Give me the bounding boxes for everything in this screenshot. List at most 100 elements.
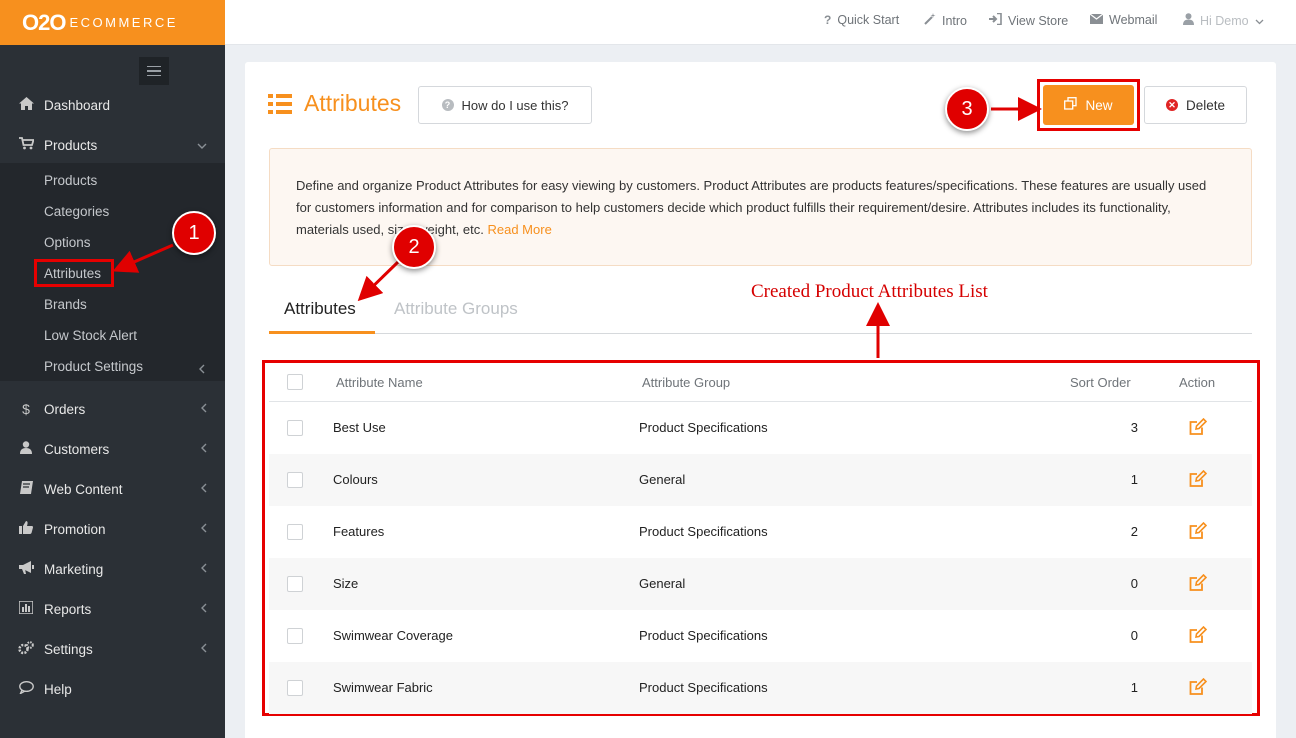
book-icon bbox=[17, 481, 35, 497]
intro-label: Intro bbox=[942, 13, 968, 28]
delete-button[interactable]: ✕ Delete bbox=[1144, 86, 1247, 124]
chevron-left-icon bbox=[201, 442, 207, 456]
cell-attribute-name: Swimwear Coverage bbox=[333, 628, 453, 643]
chevron-down-icon bbox=[1255, 14, 1264, 28]
sidebar-item-label: Dashboard bbox=[44, 97, 111, 113]
chevron-left-icon bbox=[199, 361, 205, 379]
how-to-use-button[interactable]: ? How do I use this? bbox=[418, 86, 592, 124]
chevron-left-icon bbox=[201, 602, 207, 616]
view-store-link[interactable]: View Store bbox=[989, 12, 1069, 28]
sign-in-icon bbox=[989, 12, 1002, 28]
quick-start-link[interactable]: ? Quick Start bbox=[824, 13, 899, 27]
cell-attribute-group: General bbox=[639, 576, 686, 591]
sidebar-item-promotion[interactable]: Promotion bbox=[0, 512, 225, 546]
edit-icon[interactable] bbox=[1189, 470, 1207, 488]
cell-sort-order: 1 bbox=[1130, 680, 1138, 695]
chevron-left-icon bbox=[201, 562, 207, 576]
sidebar-subitem-categories[interactable]: Categories bbox=[44, 204, 109, 219]
copy-icon bbox=[1064, 97, 1078, 113]
sidebar-item-label: Reports bbox=[44, 601, 92, 617]
header-attribute-group[interactable]: Attribute Group bbox=[642, 375, 730, 390]
brand-logo[interactable]: O2O ECOMMERCE bbox=[0, 0, 225, 45]
cart-icon bbox=[17, 137, 35, 153]
header-attribute-name[interactable]: Attribute Name bbox=[336, 375, 423, 390]
sidebar-item-label: Settings bbox=[44, 641, 93, 657]
row-checkbox[interactable] bbox=[287, 524, 303, 540]
tab-attribute-groups[interactable]: Attribute Groups bbox=[394, 299, 518, 319]
edit-icon[interactable] bbox=[1189, 574, 1207, 592]
row-checkbox[interactable] bbox=[287, 420, 303, 436]
row-checkbox[interactable] bbox=[287, 680, 303, 696]
how-to-use-label: How do I use this? bbox=[461, 97, 569, 113]
sidebar-subitem-options[interactable]: Options bbox=[44, 235, 91, 250]
page-title: Attributes bbox=[268, 90, 401, 117]
cell-sort-order: 1 bbox=[1130, 472, 1138, 487]
thumbs-up-icon bbox=[17, 521, 35, 537]
user-icon bbox=[17, 441, 35, 457]
edit-icon[interactable] bbox=[1189, 418, 1207, 436]
sidebar-item-settings[interactable]: Settings bbox=[0, 632, 225, 666]
cell-attribute-name: Colours bbox=[333, 472, 378, 487]
question-circle-icon: ? bbox=[441, 99, 454, 111]
annotation-highlight-attributes bbox=[34, 259, 114, 287]
edit-icon[interactable] bbox=[1189, 678, 1207, 696]
sidebar-item-label: Web Content bbox=[44, 481, 123, 497]
user-menu[interactable]: Hi Demo bbox=[1183, 13, 1264, 28]
table-row bbox=[269, 558, 1252, 610]
sidebar-item-dashboard[interactable]: Dashboard bbox=[0, 88, 225, 122]
user-icon bbox=[1183, 13, 1194, 28]
new-label: New bbox=[1085, 97, 1113, 113]
user-label: Hi Demo bbox=[1200, 13, 1249, 28]
sidebar-subitem-brands[interactable]: Brands bbox=[44, 297, 87, 312]
sidebar-subitem-low-stock[interactable]: Low Stock Alert bbox=[44, 328, 137, 343]
sidebar-item-label: Marketing bbox=[44, 561, 104, 577]
list-icon bbox=[268, 93, 292, 114]
sidebar-item-products[interactable]: Products bbox=[0, 128, 225, 162]
logo-main: O2O bbox=[22, 9, 66, 35]
sidebar-item-web-content[interactable]: Web Content bbox=[0, 472, 225, 506]
new-button[interactable]: New bbox=[1043, 85, 1134, 125]
edit-icon[interactable] bbox=[1189, 522, 1207, 540]
view-store-label: View Store bbox=[1008, 13, 1069, 28]
cell-attribute-group: Product Specifications bbox=[639, 680, 768, 695]
webmail-label: Webmail bbox=[1109, 13, 1158, 27]
chevron-left-icon bbox=[201, 642, 207, 656]
sidebar-item-marketing[interactable]: Marketing bbox=[0, 552, 225, 586]
sidebar-item-help[interactable]: Help bbox=[0, 672, 225, 706]
header-action: Action bbox=[1179, 375, 1216, 390]
annotation-badge-3: 3 bbox=[945, 87, 989, 131]
sidebar-subitem-products[interactable]: Products bbox=[44, 173, 97, 188]
intro-link[interactable]: Intro bbox=[924, 13, 967, 28]
row-checkbox[interactable] bbox=[287, 576, 303, 592]
annotation-label: Created Product Attributes List bbox=[751, 281, 988, 302]
menu-toggle-icon[interactable] bbox=[139, 57, 169, 85]
sidebar-item-reports[interactable]: Reports bbox=[0, 592, 225, 626]
page-title-text: Attributes bbox=[304, 90, 402, 116]
cell-attribute-name: Best Use bbox=[333, 420, 386, 435]
table-row bbox=[269, 454, 1252, 506]
read-more-link[interactable]: Read More bbox=[487, 222, 551, 237]
sidebar-item-customers[interactable]: Customers bbox=[0, 432, 225, 466]
home-icon bbox=[17, 97, 35, 113]
row-checkbox[interactable] bbox=[287, 628, 303, 644]
cell-sort-order: 3 bbox=[1130, 420, 1138, 435]
delete-label: Delete bbox=[1185, 97, 1226, 113]
megaphone-icon bbox=[17, 561, 35, 577]
cell-attribute-group: Product Specifications bbox=[639, 420, 768, 435]
select-all-checkbox[interactable] bbox=[287, 374, 303, 390]
sidebar-item-label: Products bbox=[44, 137, 98, 153]
cell-attribute-name: Swimwear Fabric bbox=[333, 680, 433, 695]
annotation-badge-1: 1 bbox=[172, 211, 216, 255]
cell-attribute-name: Size bbox=[333, 576, 359, 591]
sidebar-item-orders[interactable]: $ Orders bbox=[0, 392, 225, 426]
tab-attributes[interactable]: Attributes bbox=[284, 299, 356, 319]
cell-attribute-group: Product Specifications bbox=[639, 628, 768, 643]
header-sort-order[interactable]: Sort Order bbox=[1070, 375, 1131, 390]
envelope-icon bbox=[1089, 13, 1104, 27]
sidebar-subitem-product-settings[interactable]: Product Settings bbox=[44, 359, 143, 374]
edit-icon[interactable] bbox=[1189, 626, 1207, 644]
row-checkbox[interactable] bbox=[287, 472, 303, 488]
annotation-badge-2: 2 bbox=[392, 225, 436, 269]
close-circle-icon: ✕ bbox=[1165, 99, 1178, 111]
webmail-link[interactable]: Webmail bbox=[1089, 13, 1158, 27]
